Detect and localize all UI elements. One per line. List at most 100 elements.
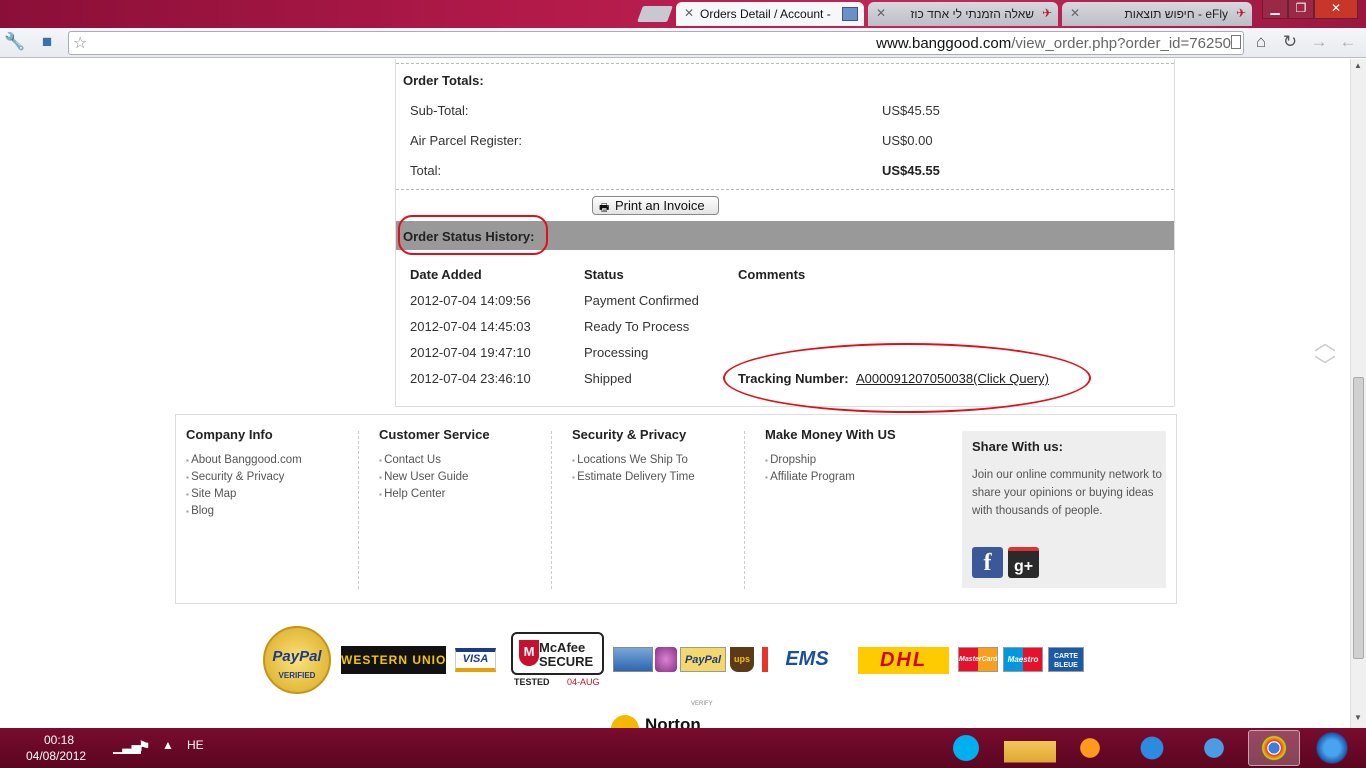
dhl-logo[interactable]: DHL xyxy=(858,647,949,674)
footer-heading: Customer Service xyxy=(379,427,490,442)
plane-favicon-icon: ✈ xyxy=(1041,6,1052,20)
signal-icon[interactable]: ▁▃▅ xyxy=(113,740,141,754)
mastercard-logo[interactable]: MasterCard xyxy=(958,647,998,672)
footer-link[interactable]: Blog xyxy=(186,503,302,520)
close-tab-icon[interactable]: ✕ xyxy=(876,6,886,20)
norton-logo[interactable]: Norton xyxy=(611,709,741,728)
comments-header: Comments xyxy=(738,267,806,282)
start-button-icon[interactable] xyxy=(1312,730,1352,766)
red-annotation-circle xyxy=(723,343,1091,413)
tab-label: Orders Detail / Account - xyxy=(700,7,831,21)
media-player-icon[interactable] xyxy=(1064,730,1116,766)
network-icon[interactable]: ⚑ xyxy=(138,738,151,755)
print-invoice-button[interactable]: 🖶 Print an Invoice xyxy=(592,196,719,215)
scroll-down-button[interactable]: ▼ xyxy=(1354,713,1362,722)
total-label: Total: xyxy=(410,163,442,178)
history-status: Processing xyxy=(584,345,649,360)
maximize-button[interactable]: ❐ xyxy=(1288,0,1314,19)
footer-column-make-money: Make Money With US Dropship Affiliate Pr… xyxy=(765,427,896,486)
mcafee-secure-logo[interactable]: M McAfee SECURE xyxy=(511,632,604,675)
divider xyxy=(396,63,1174,64)
wrench-icon[interactable]: 🔧 xyxy=(4,30,26,54)
paypal-logo[interactable]: PayPal xyxy=(680,647,726,672)
page-icon xyxy=(1231,35,1241,49)
footer-link[interactable]: Dropship xyxy=(765,452,896,469)
folder-icon[interactable] xyxy=(1004,730,1056,766)
windows-taskbar: 00:18 04/08/2012 ▁▃▅ ⚑ ▲ HE xyxy=(0,728,1366,768)
clock-time[interactable]: 00:18 xyxy=(44,733,74,747)
minimize-button[interactable]: ▁ xyxy=(1262,0,1288,19)
date-added-header: Date Added xyxy=(410,267,482,282)
footer-link[interactable]: Help Center xyxy=(379,486,490,503)
total-value: US$45.55 xyxy=(882,163,940,178)
url-path: /view_order.php?order_id=76250 xyxy=(1011,35,1231,52)
history-status: Shipped xyxy=(584,371,632,386)
norton-verify-text: VERIFY xyxy=(691,701,713,707)
carte-bleue-logo[interactable]: CARTE BLEUE xyxy=(1048,647,1084,672)
history-date: 2012-07-04 23:46:10 xyxy=(410,371,531,386)
ups-icon[interactable]: ups xyxy=(730,647,754,672)
google-plus-icon[interactable]: g+ xyxy=(1008,547,1039,578)
language-indicator[interactable]: HE xyxy=(187,738,204,752)
bookmark-star-icon[interactable]: ☆ xyxy=(73,33,87,53)
url-domain: www.banggood.com xyxy=(876,35,1012,52)
close-tab-icon[interactable]: ✕ xyxy=(684,6,694,20)
skype-icon[interactable] xyxy=(940,730,992,766)
footer-link[interactable]: About Banggood.com xyxy=(186,452,302,469)
extension-icon[interactable]: ■ xyxy=(36,30,58,54)
scroll-down-arrow-icon[interactable]: ﹀ xyxy=(1314,349,1336,381)
forward-icon[interactable]: → xyxy=(1308,30,1330,54)
footer-link[interactable]: Security & Privacy xyxy=(186,469,302,486)
subtotal-value: US$45.55 xyxy=(882,103,940,118)
site-footer: Company Info About Banggood.com Security… xyxy=(175,414,1177,604)
tab-orders-detail[interactable]: ✕ Orders Detail / Account - xyxy=(676,2,864,26)
vertical-scrollbar[interactable]: ▲ ▼ xyxy=(1350,59,1366,728)
scroll-up-button[interactable]: ▲ xyxy=(1354,61,1362,70)
show-hidden-icons[interactable]: ▲ xyxy=(162,738,174,752)
pink-card-icon[interactable] xyxy=(655,647,677,672)
mcafee-date-text: 04-AUG xyxy=(567,677,600,687)
footer-link[interactable]: Contact Us xyxy=(379,452,490,469)
printer-icon: 🖶 xyxy=(599,202,610,214)
tab-label: שאלה הזמנתי לי אחד כוז xyxy=(910,7,1034,21)
close-window-button[interactable]: ✕ xyxy=(1314,0,1358,19)
footer-link[interactable]: New User Guide xyxy=(379,469,490,486)
facebook-icon[interactable]: f xyxy=(972,547,1003,578)
divider xyxy=(551,431,552,589)
paypal-verified-logo[interactable]: PayPal VERIFIED xyxy=(263,626,331,694)
red-annotation-circle xyxy=(398,215,548,255)
home-icon[interactable]: ⌂ xyxy=(1250,30,1272,54)
reload-icon[interactable]: ↻ xyxy=(1279,30,1301,54)
footer-link[interactable]: Site Map xyxy=(186,486,302,503)
mcafee-text: McAfee SECURE xyxy=(539,640,594,669)
footer-heading: Company Info xyxy=(186,427,273,442)
visa-logo[interactable]: VISA xyxy=(455,648,496,672)
close-tab-icon[interactable]: ✕ xyxy=(1070,6,1080,20)
footer-link[interactable]: Locations We Ship To xyxy=(572,452,695,469)
footer-link[interactable]: Affiliate Program xyxy=(765,469,896,486)
internet-explorer-icon[interactable] xyxy=(1126,730,1178,766)
paypal-verified-text: PayPal xyxy=(272,648,322,665)
shipping-label: Air Parcel Register: xyxy=(410,133,522,148)
western-union-logo[interactable]: WESTERN UNION xyxy=(341,646,446,674)
footer-column-security: Security & Privacy Locations We Ship To … xyxy=(572,427,695,486)
american-express-icon[interactable] xyxy=(613,647,653,672)
footer-link[interactable]: Estimate Delivery Time xyxy=(572,469,695,486)
maestro-logo[interactable]: Maestro xyxy=(1003,647,1043,672)
norton-text: Norton xyxy=(645,715,701,728)
clock-date[interactable]: 04/08/2012 xyxy=(26,749,86,763)
footer-heading: Make Money With US xyxy=(765,427,896,442)
ems-logo[interactable]: EMS xyxy=(762,647,846,672)
tab-hebrew-question[interactable]: ✕ שאלה הזמנתי לי אחד כוז ✈ xyxy=(868,2,1058,26)
url-text[interactable]: www.banggood.com/view_order.php?order_id… xyxy=(876,35,1231,52)
chrome-icon[interactable] xyxy=(1248,730,1300,766)
tab-efly[interactable]: ✕ eFly - חיפוש תוצאות ✈ xyxy=(1062,2,1252,26)
divider xyxy=(744,431,745,589)
subtotal-label: Sub-Total: xyxy=(410,103,469,118)
scrollbar-thumb[interactable] xyxy=(1353,377,1364,659)
new-tab-button[interactable] xyxy=(637,6,673,22)
mcafee-shield-icon: M xyxy=(519,640,539,666)
paint-icon[interactable] xyxy=(1188,730,1240,766)
address-bar[interactable]: ☆ www.banggood.com/view_order.php?order_… xyxy=(68,31,1244,55)
back-icon[interactable]: ← xyxy=(1337,30,1359,54)
